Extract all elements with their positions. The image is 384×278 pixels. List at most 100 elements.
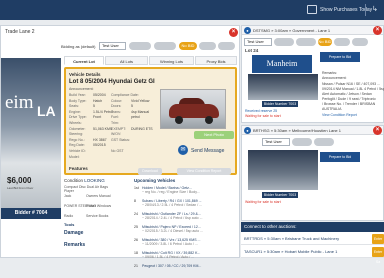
upcoming-n: 21 bbox=[134, 264, 138, 268]
download-button[interactable]: Download bbox=[138, 168, 162, 175]
feed-watermark-2: LA bbox=[37, 103, 56, 119]
no-bid-pill[interactable]: No BID bbox=[179, 42, 197, 50]
lane-r1-view-condition[interactable]: View Condition Report bbox=[322, 113, 357, 117]
spec-k: Model: bbox=[69, 154, 80, 159]
bidder-number: Bidder # 7004 bbox=[1, 208, 61, 219]
close-lane-button[interactable]: × bbox=[229, 28, 238, 37]
next-photo-button[interactable]: Next Photo bbox=[194, 131, 234, 139]
bid-pill-1[interactable] bbox=[129, 42, 151, 50]
vehicle-details-heading: Vehicle Details bbox=[69, 72, 101, 77]
spec-row: Seats: 5 Doors: 5 bbox=[69, 104, 154, 108]
lane-r1-pill[interactable] bbox=[352, 38, 368, 46]
upcoming-s: ~ 09/06 / 1.5L / 4 Petrol / Auto / ... bbox=[142, 255, 195, 259]
spec-v2: petrol bbox=[131, 115, 140, 120]
lane-r1-no-bid-label: No BID bbox=[318, 39, 332, 44]
upcoming-row[interactable]: 8 Subaru / Liberty / R4 / GX / 101,869 ..… bbox=[134, 199, 239, 211]
connect-auctions: Connect to other auctions: BRTTRDS » 5:3… bbox=[241, 222, 384, 264]
upcoming-row[interactable]: 24 Mitsubishi / Outlander ZF / Ls / 29 &.… bbox=[134, 212, 239, 224]
tab-winning-lots[interactable]: Winning Lots bbox=[149, 56, 194, 65]
upcoming-row[interactable]: 1st Holden / Model / Barina / Getz... ~ re… bbox=[134, 186, 239, 198]
lane-r2: ● BRTHSG » 5:30am » Melbourne/Houstien L… bbox=[241, 125, 384, 221]
send-message-link[interactable]: Send Message bbox=[191, 148, 224, 154]
spec-v: Front bbox=[93, 115, 102, 120]
enter-button[interactable]: Enter bbox=[372, 234, 384, 244]
lane-r2-pill[interactable] bbox=[314, 138, 334, 146]
lane-r2-pill[interactable] bbox=[292, 138, 312, 146]
lane-r1-desc-line: Alert Automatic / Jetson / Sedan bbox=[322, 92, 372, 96]
tools-heading: Tools bbox=[64, 222, 75, 227]
condition-row: Radio Service Books bbox=[64, 214, 132, 221]
spec-row: Rego No.: HX 3867 GST Status: bbox=[69, 138, 154, 142]
lot-tabs: Current Lot All Lots Winning Lots Proxy … bbox=[64, 56, 239, 65]
lane-r1-lot: Lot 24 bbox=[245, 48, 259, 53]
message-icon[interactable]: ✉ bbox=[178, 145, 188, 155]
condition-section: Condition LOOKING Compact Disc Dual Air … bbox=[64, 178, 132, 278]
upcoming-n: 25 bbox=[134, 225, 138, 229]
spec-k: Drive Type: bbox=[69, 115, 87, 120]
lane-r1-pill[interactable] bbox=[274, 38, 294, 46]
close-lane-r1-button[interactable]: × bbox=[373, 26, 382, 35]
tab-current-lot[interactable]: Current Lot bbox=[64, 56, 104, 65]
lane-r1-remarks: Remarks: bbox=[322, 71, 337, 75]
spec-v2: Vivid Yellow bbox=[131, 98, 150, 103]
spec-row: Vehicle ID: No GST bbox=[69, 149, 154, 153]
lane-r2-prepare-box[interactable]: Prepare to Bid bbox=[320, 152, 360, 162]
condition-value: Service Books bbox=[86, 214, 109, 218]
spec-k2: Fuel: bbox=[111, 115, 119, 120]
lane-r2-feed bbox=[248, 150, 318, 190]
spec-row: Reg Date: 05/2015 bbox=[69, 143, 154, 147]
lane-r1-desc-line: AUSTRALIA bbox=[322, 107, 342, 111]
lane-r1-desc-line: 09/2014 NM Manual / 1.8L 4 Petrol / 5sp bbox=[322, 87, 384, 91]
tab-all-lots[interactable]: All Lots bbox=[105, 56, 148, 65]
spec-k2: Trans: bbox=[111, 109, 121, 114]
lane-r1-desc-line: Nissan / Pulsar N16 / SE / 407,093 ... bbox=[322, 82, 380, 86]
bid-pill-2[interactable] bbox=[154, 42, 176, 50]
spec-row: Body Type: Hatch Colour: Vivid Yellow bbox=[69, 99, 154, 103]
features-heading: Features bbox=[69, 166, 88, 171]
upcoming-row[interactable]: 26 Mitsubishi / 380 / Vrx / 13,625 KMS ..… bbox=[134, 238, 239, 250]
upcoming-n: 8 bbox=[134, 199, 136, 203]
spec-v2: 5 bbox=[131, 104, 133, 109]
connect-row[interactable]: BRTTRDS » 5:30am » Brisbane Truck and Ma… bbox=[241, 233, 384, 245]
connect-row-label: TASCUR1 » 5:30am » Hobart Mobile Public … bbox=[244, 249, 338, 254]
condition-value: Power Windows bbox=[86, 204, 112, 208]
lane-r2-user-select[interactable]: Test User bbox=[262, 138, 290, 146]
lane-r1-pill[interactable] bbox=[296, 38, 316, 46]
condition-key: Radio bbox=[64, 214, 74, 218]
lane-r1-user-select[interactable]: Test User bbox=[244, 38, 272, 46]
close-lane-r2-button[interactable]: × bbox=[373, 126, 382, 135]
upcoming-s: ~ 28/2014 / 2.4L / 4 Petrol / 6sp auto .… bbox=[142, 216, 203, 220]
spec-k: Wheels: bbox=[69, 121, 82, 125]
spec-k2: Doors: bbox=[111, 104, 122, 109]
upcoming-row[interactable]: 18 Mitsubishi / Colt RG / VX / 39,882 K..… bbox=[134, 251, 239, 263]
lane-icon: ● bbox=[244, 27, 251, 34]
vehicle-photo[interactable] bbox=[160, 89, 226, 129]
arrow-icon[interactable]: ↳ bbox=[372, 5, 378, 13]
condition-label: Condition bbox=[64, 178, 84, 183]
damage-heading: Damage bbox=[64, 230, 84, 236]
upcoming-row[interactable]: 21 Peugeot / 307 / 05 / CC / 29,709 KM... bbox=[134, 264, 239, 276]
enter-button[interactable]: Enter Sa bbox=[372, 247, 384, 264]
tab-proxy-bids[interactable]: Proxy Bids bbox=[195, 56, 237, 65]
bid-pill-5[interactable] bbox=[218, 42, 235, 50]
lane-r1-no-bid[interactable]: No BID bbox=[318, 38, 332, 46]
spec-v: Hatch bbox=[93, 98, 103, 103]
spec-k: Engine: bbox=[69, 109, 81, 114]
upcoming-row[interactable]: 25 Mitsubishi / Pajero NP / Exceed / 12..… bbox=[134, 225, 239, 237]
bid-pill-4[interactable] bbox=[199, 42, 216, 50]
spec-row: Steering: W/OV: bbox=[69, 132, 154, 136]
announcement-label: Announcement: bbox=[69, 87, 94, 91]
current-price: $6,000 bbox=[7, 176, 32, 185]
auction-video-feed: eim LA $6,000 Last Bid From Floor bbox=[1, 58, 61, 208]
lane-r1-pill[interactable] bbox=[334, 38, 350, 46]
remarks-heading: Remarks bbox=[64, 242, 86, 248]
view-condition-report-button[interactable]: View Condition Report bbox=[177, 168, 231, 175]
spec-row: Model: bbox=[69, 155, 154, 159]
prepare-to-bid-box[interactable]: Prepare to Bid bbox=[320, 52, 360, 62]
lane-r1-bidder: Bidder Number 7003 bbox=[262, 101, 298, 107]
connect-row[interactable]: TASCUR1 » 5:30am » Hobart Mobile Public … bbox=[241, 246, 384, 258]
lane-r1-received: Received reserve 25 bbox=[245, 109, 278, 113]
bid-user-select[interactable]: Test User bbox=[99, 42, 126, 50]
lane-r2-user-value: Test User bbox=[265, 139, 282, 144]
condition-heading: Condition LOOKING bbox=[64, 178, 105, 183]
